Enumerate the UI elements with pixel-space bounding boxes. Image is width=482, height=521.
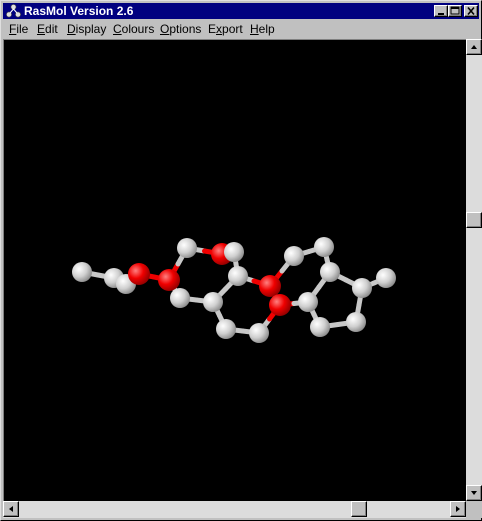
rasmol-app-icon[interactable] (6, 4, 21, 18)
carbon-atom[interactable] (298, 292, 318, 312)
arrow-left-icon (9, 506, 13, 512)
carbon-atom[interactable] (320, 262, 340, 282)
oxygen-atom[interactable] (158, 269, 180, 291)
arrow-up-icon (471, 45, 477, 49)
carbon-atom[interactable] (249, 323, 269, 343)
oxygen-atom[interactable] (128, 263, 150, 285)
menu-export[interactable]: Export (208, 22, 243, 36)
close-button[interactable] (464, 5, 478, 17)
horizontal-scrollbar[interactable] (3, 501, 466, 518)
carbon-atom[interactable] (203, 292, 223, 312)
arrow-down-icon (471, 491, 477, 495)
horizontal-scroll-thumb[interactable] (351, 501, 367, 517)
carbon-atom[interactable] (310, 317, 330, 337)
arrow-right-icon (456, 506, 460, 512)
carbon-atom[interactable] (228, 266, 248, 286)
molecule-viewport[interactable] (3, 39, 466, 501)
menu-file[interactable]: File (9, 22, 28, 36)
molecule-render[interactable] (4, 40, 465, 500)
scroll-down-button[interactable] (466, 485, 482, 501)
carbon-atom[interactable] (170, 288, 190, 308)
menu-help[interactable]: Help (250, 22, 275, 36)
menu-bar: File Edit Display Colours Options Export… (3, 20, 479, 38)
carbon-atom[interactable] (177, 238, 197, 258)
vertical-scrollbar[interactable] (466, 39, 482, 501)
maximize-button[interactable] (448, 5, 462, 17)
title-bar[interactable]: RasMol Version 2.6 (3, 3, 479, 19)
oxygen-atom[interactable] (259, 275, 281, 297)
vertical-scroll-thumb[interactable] (466, 212, 482, 229)
carbon-atom[interactable] (72, 262, 92, 282)
minimize-icon (438, 13, 444, 15)
close-icon (467, 6, 475, 16)
maximize-icon (450, 6, 460, 15)
menu-options[interactable]: Options (160, 22, 201, 36)
carbon-atom[interactable] (224, 242, 244, 262)
menu-edit[interactable]: Edit (37, 22, 58, 36)
carbon-atom[interactable] (346, 312, 366, 332)
oxygen-atom[interactable] (269, 294, 291, 316)
carbon-atom[interactable] (314, 237, 334, 257)
window-title: RasMol Version 2.6 (24, 4, 134, 18)
scroll-right-button[interactable] (450, 501, 466, 517)
minimize-button[interactable] (434, 5, 448, 17)
scroll-left-button[interactable] (3, 501, 19, 517)
carbon-atom[interactable] (376, 268, 396, 288)
scrollbar-corner (466, 501, 482, 518)
carbon-atom[interactable] (216, 319, 236, 339)
menu-colours[interactable]: Colours (113, 22, 154, 36)
menu-display[interactable]: Display (67, 22, 106, 36)
carbon-atom[interactable] (284, 246, 304, 266)
carbon-atom[interactable] (352, 278, 372, 298)
rasmol-window: RasMol Version 2.6 File Edit Display Col… (0, 0, 482, 521)
scroll-up-button[interactable] (466, 39, 482, 55)
